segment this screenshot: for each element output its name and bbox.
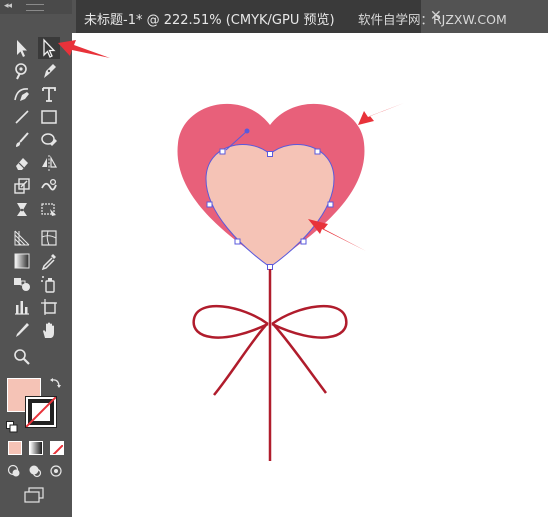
drag-handle-icon[interactable] bbox=[26, 4, 44, 11]
tools-panel: ◂◂ bbox=[0, 0, 72, 517]
color-mode-button[interactable] bbox=[8, 441, 22, 455]
magic-wand-tool-icon[interactable] bbox=[11, 60, 33, 82]
none-mode-button[interactable] bbox=[50, 441, 64, 455]
anchor-point[interactable] bbox=[314, 148, 321, 155]
curvature-tool-icon[interactable] bbox=[11, 83, 33, 105]
type-tool-icon[interactable] bbox=[38, 83, 60, 105]
draw-normal-icon[interactable] bbox=[7, 463, 21, 477]
shaper-tool-icon[interactable] bbox=[38, 129, 60, 151]
bow-left-loop[interactable] bbox=[192, 304, 269, 339]
column-graph-tool-icon[interactable] bbox=[11, 296, 33, 318]
default-colors-icon[interactable] bbox=[6, 418, 18, 433]
document-tab-title: 未标题-1* @ 222.51% (CMYK/GPU 预览) bbox=[84, 13, 335, 28]
scale-tool-icon[interactable] bbox=[11, 175, 33, 197]
panel-grip[interactable]: ◂◂ bbox=[0, 0, 72, 14]
pen-tool-icon[interactable] bbox=[38, 60, 60, 82]
direction-handle-point[interactable] bbox=[244, 128, 250, 134]
symbol-sprayer-tool-icon[interactable] bbox=[38, 273, 60, 295]
rectangle-tool-icon[interactable] bbox=[38, 106, 60, 128]
gradient-tool-icon[interactable] bbox=[11, 250, 33, 272]
collapse-chevron-icon[interactable]: ◂◂ bbox=[4, 1, 12, 11]
selection-tool-icon[interactable] bbox=[11, 37, 33, 59]
annotation-arrow bbox=[58, 40, 110, 58]
anchor-point[interactable] bbox=[267, 264, 273, 270]
screen-mode-icon[interactable] bbox=[23, 486, 47, 504]
anchor-point[interactable] bbox=[300, 238, 307, 245]
annotation-arrow bbox=[358, 103, 404, 125]
anchor-point[interactable] bbox=[267, 151, 273, 157]
canvas-area[interactable] bbox=[72, 33, 548, 517]
stroke-swatch[interactable] bbox=[25, 396, 57, 428]
annotation-arrow bbox=[308, 219, 366, 251]
anchor-point[interactable] bbox=[234, 238, 241, 245]
draw-behind-icon[interactable] bbox=[28, 463, 42, 478]
watermark-text: 软件自学网：RJZXW.COM bbox=[358, 12, 507, 27]
hand-tool-icon[interactable] bbox=[38, 319, 60, 341]
free-transform-tool-icon[interactable] bbox=[38, 198, 60, 220]
draw-inside-icon[interactable] bbox=[49, 463, 63, 477]
perspective-grid-tool-icon[interactable] bbox=[11, 227, 33, 249]
eraser-tool-icon[interactable] bbox=[11, 152, 33, 174]
reflect-tool-icon[interactable] bbox=[38, 152, 60, 174]
swap-fill-stroke-icon[interactable] bbox=[49, 375, 63, 389]
warp-tool-icon[interactable] bbox=[38, 175, 60, 197]
artwork bbox=[177, 103, 404, 461]
paintbrush-tool-icon[interactable] bbox=[11, 129, 33, 151]
anchor-point[interactable] bbox=[219, 148, 226, 155]
anchor-point[interactable] bbox=[206, 201, 213, 208]
blend-tool-icon[interactable] bbox=[11, 273, 33, 295]
inner-heart-shape[interactable] bbox=[206, 144, 334, 267]
anchor-point[interactable] bbox=[327, 201, 334, 208]
bow-right-loop[interactable] bbox=[271, 304, 348, 339]
gradient-mode-button[interactable] bbox=[29, 441, 43, 455]
artboard-tool-icon[interactable] bbox=[38, 296, 60, 318]
slice-tool-icon[interactable] bbox=[11, 319, 33, 341]
puppet-warp-tool-icon[interactable] bbox=[11, 198, 33, 220]
eyedropper-tool-icon[interactable] bbox=[38, 250, 60, 272]
zoom-tool-icon[interactable] bbox=[11, 346, 33, 368]
line-segment-tool-icon[interactable] bbox=[11, 106, 33, 128]
mesh-tool-icon[interactable] bbox=[38, 227, 60, 249]
